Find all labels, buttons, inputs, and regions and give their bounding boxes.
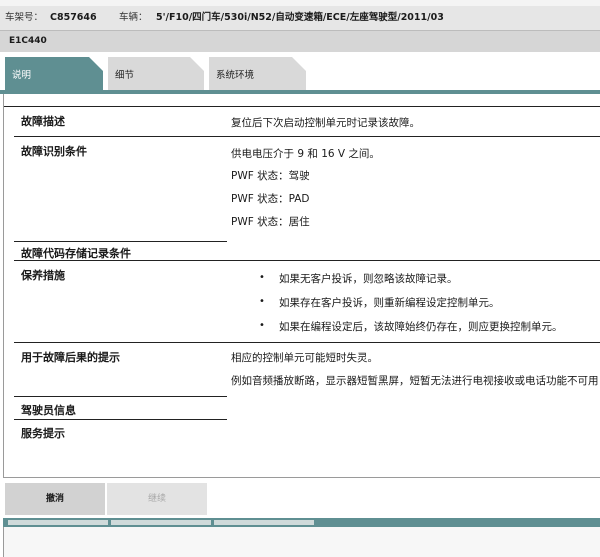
bottom-frame [3, 527, 600, 557]
vehicle-info-bar: 车架号： C857646 车辆： 5'/F10/四门车/530i/N52/自动变… [0, 0, 600, 30]
fault-code-bar: E1C440 [0, 31, 600, 52]
description-text: 复位后下次启动控制单元时记录该故障。 [231, 117, 420, 129]
condition-line: PWF 状态：居住 [231, 216, 310, 228]
maintenance-item: 如果在编程设定后，该故障始终仍存在，则应更换控制单元。 [279, 321, 563, 333]
continue-button: 继续 [107, 483, 207, 515]
fault-code: E1C440 [9, 36, 47, 46]
tab-description-label: 说明 [12, 70, 32, 81]
bullet-icon: • [259, 296, 265, 307]
consequence-label: 用于故障后果的提示 [21, 351, 120, 364]
bottom-tab-segment [8, 520, 108, 525]
divider-storage-label [14, 241, 227, 242]
tab-bar: 说明 细节 系统环境 [0, 52, 600, 90]
divider-driver-info [14, 419, 227, 420]
vin-value: C857646 [50, 12, 97, 23]
condition-line: PWF 状态：驾驶 [231, 170, 310, 182]
divider-consequence [14, 396, 227, 397]
cancel-button[interactable]: 撤消 [5, 483, 105, 515]
content-panel: 故障描述 复位后下次启动控制单元时记录该故障。 故障识别条件 供电电压介于 9 … [3, 94, 600, 478]
divider-top [4, 106, 600, 107]
tab-system-environment-label: 系统环境 [216, 70, 255, 81]
bottom-tab-segment [111, 520, 211, 525]
maintenance-item: 如果无客户投诉，则忽略该故障记录。 [279, 273, 458, 285]
condition-line: PWF 状态：PAD [231, 193, 310, 205]
service-hint-label: 服务提示 [21, 427, 65, 440]
tab-system-environment[interactable]: 系统环境 [209, 57, 306, 90]
condition-line: 供电电压介于 9 和 16 V 之间。 [231, 148, 380, 160]
bottom-tab-segment [214, 520, 314, 525]
consequence-line: 例如音频播放断路，显示器短暂黑屏，短暂无法进行电视接收或电话功能不可用 [231, 375, 599, 387]
driver-info-label: 驾驶员信息 [21, 404, 76, 417]
divider-description [14, 136, 600, 137]
conditions-label: 故障识别条件 [21, 145, 87, 158]
consequence-line: 相应的控制单元可能短时失灵。 [231, 352, 378, 364]
maintenance-label: 保养措施 [21, 269, 65, 282]
vin-label: 车架号： [5, 12, 44, 23]
tab-description[interactable]: 说明 [5, 57, 103, 90]
tab-details[interactable]: 细节 [108, 57, 204, 90]
storage-conditions-label: 故障代码存储记录条件 [21, 247, 131, 260]
vehicle-label: 车辆： [119, 12, 148, 23]
divider-maintenance [14, 342, 600, 343]
tab-details-label: 细节 [115, 70, 135, 81]
button-row: 撤消 继续 [0, 478, 600, 518]
vehicle-value: 5'/F10/四门车/530i/N52/自动变速箱/ECE/左座驾驶型/2011… [156, 12, 444, 23]
maintenance-item: 如果存在客户投诉，则重新编程设定控制单元。 [279, 297, 500, 309]
bottom-bar [0, 518, 600, 557]
description-label: 故障描述 [21, 115, 65, 128]
divider-storage [14, 260, 600, 261]
bullet-icon: • [259, 272, 265, 283]
bullet-icon: • [259, 320, 265, 331]
